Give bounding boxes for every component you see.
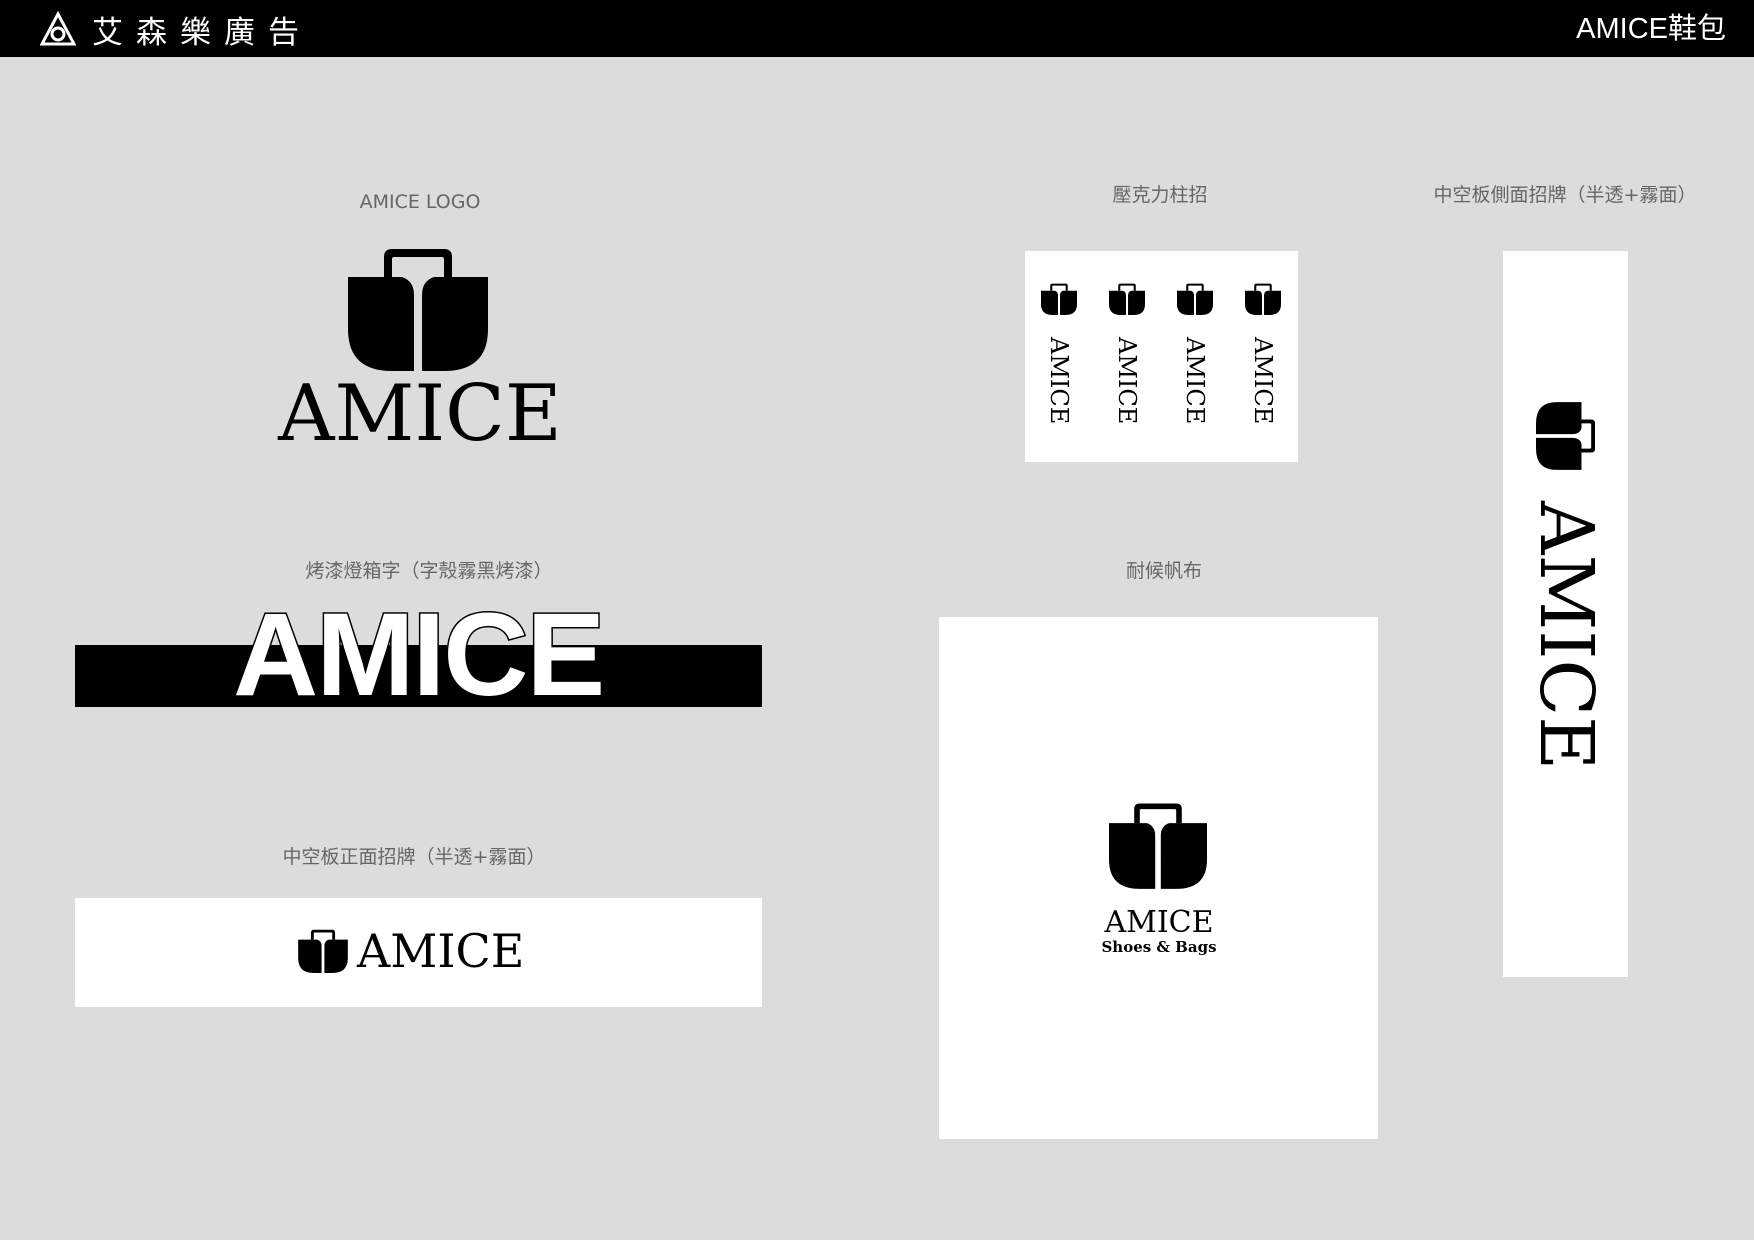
front-sign-panel: AMICE bbox=[75, 898, 762, 1007]
lightbox-label: 烤漆燈箱字（字殼霧黑烤漆） bbox=[305, 560, 553, 582]
brand: 艾森樂廣告 bbox=[40, 8, 312, 51]
column-wordmark: AMICE bbox=[1181, 337, 1209, 425]
brand-name: 艾森樂廣告 bbox=[92, 14, 312, 51]
lightbox-wordmark: AMICE bbox=[231, 589, 606, 721]
side-sign-panel: AMICE bbox=[1503, 251, 1628, 977]
side-bag-icon bbox=[1536, 402, 1596, 470]
canvas-bag-icon bbox=[1109, 802, 1207, 889]
front-bag-icon bbox=[298, 929, 348, 973]
logo-wordmark: AMICE bbox=[278, 369, 562, 459]
column-bag-icon bbox=[1041, 283, 1077, 315]
header-bar: 艾森樂廣告 AMICE鞋包 bbox=[0, 0, 1754, 57]
acrylic-column-panel: AMICE AMICE AMICE AMICE bbox=[1025, 251, 1298, 462]
column-wordmark: AMICE bbox=[1113, 337, 1141, 425]
column-bag-icon bbox=[1245, 283, 1281, 315]
column-wordmark: AMICE bbox=[1249, 337, 1277, 425]
client-name: AMICE鞋包 bbox=[1576, 13, 1726, 45]
logo-label: AMICE LOGO bbox=[359, 191, 481, 213]
column-bag-icon bbox=[1109, 283, 1145, 315]
front-wordmark: AMICE bbox=[357, 924, 525, 978]
bag-logo-icon bbox=[348, 247, 488, 371]
side-sign-label: 中空板側面招牌（半透+霧面） bbox=[1433, 184, 1697, 206]
canvas-tagline: Shoes & Bags bbox=[1101, 938, 1217, 956]
side-wordmark: AMICE bbox=[1523, 501, 1609, 771]
canvas-label: 耐候帆布 bbox=[1125, 560, 1203, 582]
canvas-wordmark: AMICE bbox=[1104, 905, 1214, 940]
front-sign-label: 中空板正面招牌（半透+霧面） bbox=[282, 846, 546, 868]
acrylic-column-label: 壓克力柱招 bbox=[1112, 184, 1208, 206]
canvas-panel: AMICE Shoes & Bags bbox=[939, 617, 1378, 1139]
column-bag-icon bbox=[1177, 283, 1213, 315]
brand-logo-icon bbox=[40, 11, 76, 46]
column-wordmark: AMICE bbox=[1045, 337, 1073, 425]
